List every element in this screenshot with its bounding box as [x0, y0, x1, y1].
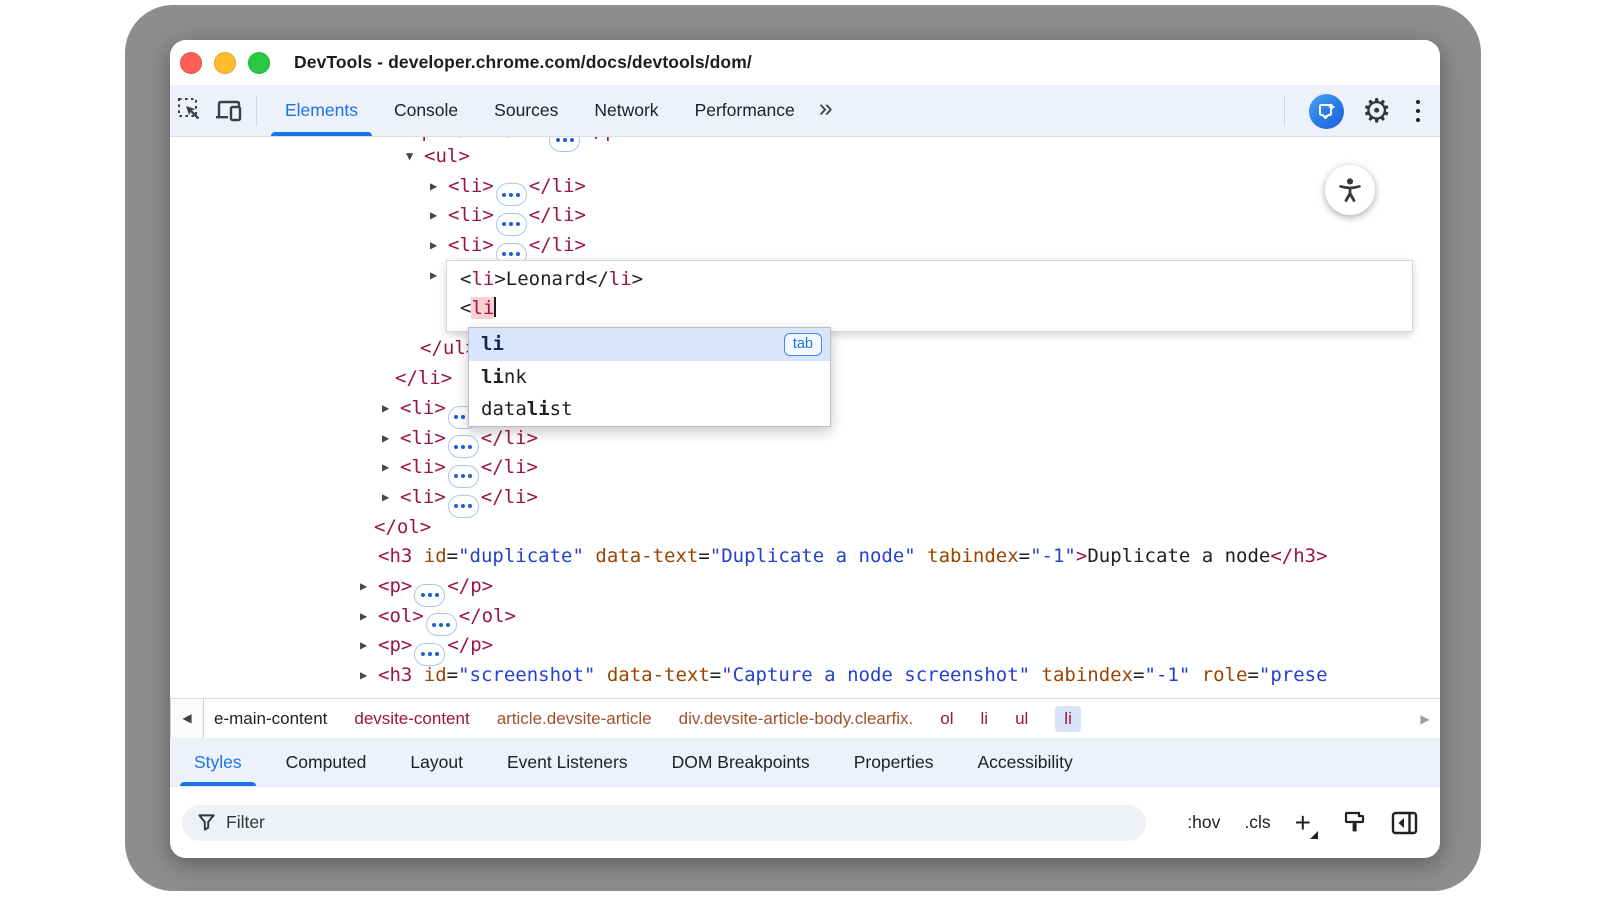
disclosure-collapsed-icon[interactable]: ▶ — [360, 601, 378, 631]
breadcrumb-scroll-left-button[interactable]: ◀ — [170, 699, 204, 739]
edit-line-1: <li>Leonard</li> — [460, 265, 1412, 294]
disclosure-collapsed-icon[interactable]: ▶ — [382, 482, 400, 512]
tab-sources[interactable]: Sources — [476, 85, 576, 136]
more-panels-button[interactable]: » — [813, 94, 843, 127]
disclosure-expanded-icon[interactable]: ▼ — [406, 141, 424, 171]
dom-tree-row[interactable]: ▶<li></li> — [170, 230, 1440, 260]
sidebar-toggle-icon — [1391, 811, 1418, 835]
text-cursor — [494, 297, 496, 317]
breadcrumb-item[interactable]: li — [1055, 706, 1081, 732]
dom-tree-row[interactable]: ▶<li></li> — [170, 482, 1440, 512]
breadcrumb-item[interactable]: e-main-content — [214, 709, 327, 729]
tab-elements[interactable]: Elements — [267, 85, 376, 136]
tab-styles[interactable]: Styles — [172, 738, 264, 786]
styles-filter-bar: :hov .cls + — [170, 787, 1440, 858]
breadcrumb-item[interactable]: ul — [1015, 709, 1028, 729]
window-title: DevTools - developer.chrome.com/docs/dev… — [294, 52, 752, 73]
inspect-element-button[interactable] — [170, 93, 210, 129]
disclosure-collapsed-icon[interactable]: ▶ — [430, 200, 448, 230]
dom-tree-row[interactable]: ▶<p></p> — [170, 571, 1440, 601]
computed-styles-brush-button[interactable] — [1342, 810, 1367, 835]
breadcrumb-scroll-right-button[interactable]: ▶ — [1410, 699, 1440, 739]
devtools-toolbar: ElementsConsoleSourcesNetworkPerformance… — [170, 85, 1440, 137]
tab-performance[interactable]: Performance — [677, 85, 813, 136]
autocomplete-item[interactable]: litab — [469, 328, 830, 361]
toggle-sidebar-button[interactable] — [1391, 811, 1418, 835]
breadcrumb-bar: ◀ e-main-content devsite-content article.d… — [170, 698, 1440, 738]
breadcrumb-item[interactable]: devsite-content — [354, 709, 469, 729]
dom-tree-row[interactable]: ▶<li></li> — [170, 423, 1440, 453]
ai-assistant-button[interactable] — [1309, 94, 1344, 129]
new-style-rule-button[interactable]: + — [1295, 809, 1318, 837]
dom-tree-row[interactable]: <h3 id="duplicate" data-text="Duplicate … — [170, 541, 1440, 571]
dom-tree-row[interactable]: ▼<ul> — [170, 141, 1440, 171]
filter-controls: :hov .cls + — [1187, 787, 1418, 858]
filter-pill[interactable] — [182, 805, 1146, 841]
panel-tabs: ElementsConsoleSourcesNetworkPerformance — [267, 85, 813, 136]
accessibility-button[interactable] — [1325, 165, 1375, 215]
close-button[interactable] — [180, 52, 202, 74]
tab-computed[interactable]: Computed — [264, 738, 389, 786]
filter-input[interactable] — [226, 812, 1026, 833]
dom-tree-row[interactable]: ▶<h3 id="screenshot" data-text="Capture … — [170, 660, 1440, 690]
dom-tree: ▶<p id="new"></p>▼<ul>▶<li></li>▶<li></l… — [170, 137, 1440, 698]
breadcrumb: e-main-content devsite-content article.dev… — [214, 706, 1410, 732]
dom-tree-row[interactable]: ▶<li></li> — [170, 171, 1440, 201]
breadcrumb-item[interactable]: ol — [940, 709, 953, 729]
dom-tree-row[interactable]: ▶<p></p> — [170, 630, 1440, 660]
disclosure-collapsed-icon[interactable]: ▶ — [382, 423, 400, 453]
tab-layout[interactable]: Layout — [388, 738, 485, 786]
traffic-lights — [180, 52, 270, 74]
dom-tree-row[interactable]: ▶<ol></ol> — [170, 601, 1440, 631]
breadcrumb-item[interactable]: div.devsite-article-body.clearfix. — [679, 709, 914, 729]
disclosure-collapsed-icon[interactable]: ▶ — [430, 171, 448, 201]
ai-assistant-icon — [1317, 102, 1336, 121]
disclosure-collapsed-icon[interactable]: ▶ — [430, 230, 448, 260]
disclosure-collapsed-icon[interactable]: ▶ — [360, 571, 378, 601]
dom-tree-row[interactable]: ▶<li></li> — [170, 200, 1440, 230]
tab-hint-badge: tab — [784, 333, 822, 356]
toggle-element-state-button[interactable]: :hov — [1187, 812, 1220, 833]
dom-tree-row[interactable]: ▶<li></li> — [170, 452, 1440, 482]
funnel-icon — [197, 813, 216, 832]
tab-dom-breakpoints[interactable]: DOM Breakpoints — [650, 738, 832, 786]
tab-console[interactable]: Console — [376, 85, 476, 136]
dom-edit-box[interactable]: <li>Leonard</li> <li — [447, 261, 1412, 331]
devtools-window: DevTools - developer.chrome.com/docs/dev… — [170, 40, 1440, 858]
settings-button[interactable]: ⚙ — [1362, 94, 1392, 127]
styles-panel-tabs: StylesComputedLayoutEvent ListenersDOM B… — [170, 738, 1440, 787]
edit-line-2: <li — [460, 294, 1412, 323]
tab-accessibility[interactable]: Accessibility — [955, 738, 1094, 786]
autocomplete-popup: litablinkdatalist — [468, 327, 831, 427]
minimize-button[interactable] — [214, 52, 236, 74]
toolbar-right-divider — [1284, 96, 1285, 126]
accessibility-person-icon — [1336, 176, 1364, 204]
more-menu-button[interactable] — [1410, 100, 1427, 123]
disclosure-collapsed-icon[interactable]: ▶ — [360, 660, 378, 690]
tab-network[interactable]: Network — [576, 85, 676, 136]
tab-event-listeners[interactable]: Event Listeners — [485, 738, 650, 786]
breadcrumb-item[interactable]: article.devsite-article — [497, 709, 652, 729]
disclosure-collapsed-icon[interactable]: ▶ — [382, 452, 400, 482]
toolbar-divider — [256, 96, 257, 126]
dom-tree-row[interactable]: </ol> — [170, 512, 1440, 542]
device-toolbar-icon — [215, 98, 245, 124]
inspect-cursor-icon — [177, 97, 204, 124]
breadcrumb-item[interactable]: li — [981, 709, 989, 729]
titlebar: DevTools - developer.chrome.com/docs/dev… — [170, 40, 1440, 85]
device-toolbar-button[interactable] — [210, 93, 250, 129]
paint-brush-icon — [1342, 810, 1367, 835]
toolbar-right-icons: ⚙ — [1278, 85, 1426, 137]
tab-properties[interactable]: Properties — [832, 738, 956, 786]
element-classes-button[interactable]: .cls — [1244, 812, 1270, 833]
disclosure-collapsed-icon[interactable]: ▶ — [360, 630, 378, 660]
autocomplete-item[interactable]: link — [469, 361, 830, 394]
disclosure-collapsed-icon[interactable]: ▶ — [430, 260, 448, 290]
disclosure-collapsed-icon[interactable]: ▶ — [382, 393, 400, 423]
autocomplete-item[interactable]: datalist — [469, 393, 830, 426]
zoom-button[interactable] — [248, 52, 270, 74]
